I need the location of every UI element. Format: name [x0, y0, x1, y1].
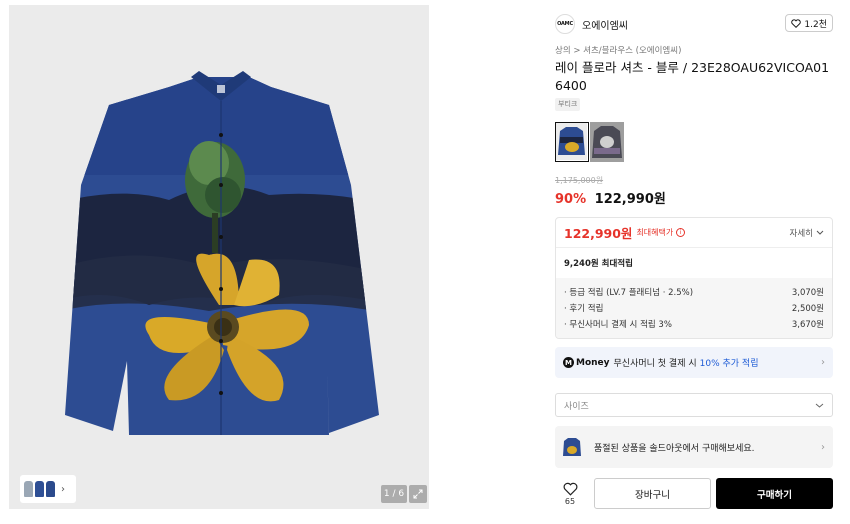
product-image-gallery[interactable]: › 1 / 6 [9, 5, 429, 509]
breadcrumb-subcategory[interactable]: 셔츠/블라우스 (오에이엠씨) [583, 46, 681, 56]
money-promo-accent: 10% 추가 적립 [699, 359, 759, 369]
thumbnail-swatch [46, 481, 55, 497]
soldout-promo-text: 품절된 상품을 솔드아웃에서 구매해보세요. [594, 443, 755, 454]
soldout-product-thumbnail [563, 438, 581, 456]
points-item-value: 3,670원 [791, 320, 824, 330]
boutique-tag: 부티크 [555, 98, 581, 111]
breadcrumb-separator: > [573, 46, 581, 56]
wishlist-count: 65 [564, 497, 576, 506]
product-main-image [9, 5, 429, 509]
breadcrumb: 상의 > 셔츠/블라우스 (오에이엠씨) [555, 44, 681, 56]
chevron-right-icon: › [821, 441, 825, 453]
points-item: · 등급 적립 (LV.7 플래티넘 · 2.5%) 3,070원 [564, 284, 824, 300]
brand-name[interactable]: 오에이엠씨 [582, 17, 628, 32]
points-item-label: · 무신사머니 결제 시 적립 3% [564, 320, 672, 330]
benefit-detail-toggle[interactable]: 자세히 [790, 227, 824, 239]
thumbnail-strip[interactable]: › [20, 475, 76, 503]
points-item-value: 2,500원 [791, 304, 824, 314]
wishlist-button[interactable]: 65 [555, 482, 585, 506]
points-item: · 무신사머니 결제 시 적립 3% 3,670원 [564, 316, 824, 332]
brand-like-button[interactable]: 1.2천 [785, 14, 833, 32]
points-item-value: 3,070원 [791, 288, 824, 298]
max-benefit-price: 122,990원 [564, 226, 633, 241]
points-total: 9,240원 최대적립 [564, 259, 633, 269]
expand-icon[interactable] [409, 485, 427, 503]
brand-like-count: 1.2천 [804, 19, 827, 30]
benefit-box: 122,990원 최대혜택가 i 자세히 9,240원 최대적립 · 등급 적립… [555, 217, 833, 339]
sale-price: 122,990원 [594, 192, 666, 207]
chevron-down-icon [815, 403, 824, 408]
max-benefit-label: 최대혜택가 [636, 228, 674, 237]
points-item: · 후기 적립 2,500원 [564, 300, 824, 316]
soldout-promo-banner[interactable]: 품절된 상품을 솔드아웃에서 구매해보세요. › [555, 426, 833, 468]
chevron-right-icon: › [821, 357, 825, 368]
points-item-label: · 후기 적립 [564, 304, 604, 314]
info-icon[interactable]: i [676, 228, 686, 237]
detail-label: 자세히 [789, 228, 813, 239]
chevron-down-icon [816, 230, 824, 235]
variant-thumbnail-blue[interactable] [555, 122, 589, 162]
breadcrumb-category[interactable]: 상의 [555, 46, 571, 56]
points-breakdown: · 등급 적립 (LV.7 플래티넘 · 2.5%) 3,070원 · 후기 적… [556, 278, 832, 338]
money-promo-text: 무신사머니 첫 결제 시 [613, 359, 697, 369]
brand-logo[interactable]: OAMC [555, 14, 575, 34]
variant-thumbnail-grey[interactable] [590, 122, 624, 162]
original-price: 1,175,000원 [555, 176, 604, 185]
size-select-placeholder: 사이즈 [564, 401, 589, 412]
product-info-panel: OAMC 오에이엠씨 1.2천 상의 > 셔츠/블라우스 (오에이엠씨) 레이 … [543, 0, 850, 524]
money-logo-icon: M [563, 357, 574, 368]
discount-rate: 90% [555, 192, 587, 207]
money-brand: Money [576, 357, 610, 368]
buy-now-button[interactable]: 구매하기 [716, 478, 833, 509]
image-counter: 1 / 6 [381, 485, 407, 503]
heart-icon [563, 482, 577, 496]
points-item-label: · 등급 적립 (LV.7 플래티넘 · 2.5%) [564, 288, 694, 298]
size-select[interactable]: 사이즈 [555, 393, 833, 417]
thumbnail-swatch [35, 481, 44, 497]
purchase-bar: 65 장바구니 구매하기 [555, 478, 833, 510]
brand-row: OAMC 오에이엠씨 1.2천 [555, 14, 833, 34]
price-row: 90% 122,990원 [555, 188, 666, 207]
add-to-cart-button[interactable]: 장바구니 [594, 478, 711, 509]
thumbnail-swatch [24, 481, 33, 497]
product-title: 레이 플로라 셔츠 - 블루 / 23E28OAU62VICOA016400 [555, 60, 830, 93]
heart-icon [791, 18, 802, 28]
money-promo-banner[interactable]: M Money 무신사머니 첫 결제 시 10% 추가 적립 › [555, 347, 833, 378]
benefit-header: 122,990원 최대혜택가 i 자세히 [556, 218, 832, 248]
chevron-right-icon: › [61, 483, 65, 495]
